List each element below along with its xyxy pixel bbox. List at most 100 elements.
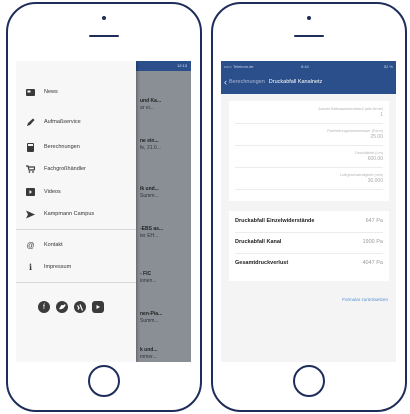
status-time: 12:13 [176, 63, 187, 68]
field-divider [235, 189, 383, 190]
social-links: f [38, 301, 110, 313]
peek-line1: ik und... [140, 186, 159, 192]
field-value: 30.000 [367, 178, 383, 184]
video-icon [26, 188, 35, 197]
peek-line2: ionen... [140, 278, 157, 284]
result-label: Gesamtdruckverlust [235, 260, 289, 266]
status-bar: ••••○ Telekom.de 8:44 52 % [221, 64, 396, 70]
field-label: Luftgeschwindigkeit (m/s) [340, 173, 383, 177]
camera-dot [307, 16, 311, 20]
peek-line2: Summ... [140, 193, 159, 199]
result-row: Druckabfall Einzelwiderstände 647 Pa [235, 215, 383, 227]
menu-label: Fachgroßhändler [44, 166, 86, 172]
speaker-slot [294, 35, 324, 37]
peek-line2: mmer... [140, 354, 157, 360]
menu-screen: 12:13 und Ka... ar ei... ne ein... fe, 2… [16, 61, 191, 362]
home-button[interactable] [88, 365, 120, 397]
list-item[interactable]: k und... mmer... [140, 347, 190, 361]
newspaper-icon [26, 88, 35, 97]
result-value: 647 Pa [365, 218, 383, 224]
phone-frame-right: ••••○ Telekom.de 8:44 52 % ‹ Berechnunge… [211, 2, 407, 412]
result-divider [235, 253, 383, 254]
list-item[interactable]: nen-Pia... Summ... [140, 311, 190, 325]
at-icon: @ [26, 240, 35, 250]
peek-line1: k und... [140, 347, 158, 353]
list-item[interactable]: - FIC ionen... [140, 271, 190, 285]
battery-label: 52 % [383, 64, 393, 69]
menu-label: Kontakt [44, 242, 63, 248]
field-value: 25.00 [370, 134, 383, 140]
list-item[interactable]: und Ka... ar ei... [140, 98, 190, 112]
peek-line2: ar ei... [140, 105, 154, 111]
input-field-geschaetzte[interactable]: Geschätzte (Lm) 600.00 [355, 151, 383, 162]
menu-item-videos[interactable]: Videos [16, 185, 136, 199]
results-card: Druckabfall Einzelwiderstände 647 Pa Dru… [229, 211, 389, 281]
menu-item-kontakt[interactable]: @ Kontakt [16, 238, 136, 252]
speaker-slot [89, 35, 119, 37]
xing-icon[interactable] [74, 301, 86, 313]
input-field-luftgeschwindigkeit[interactable]: Luftgeschwindigkeit (m/s) 30.000 [340, 173, 383, 184]
menu-item-aufmassservice[interactable]: Aufmaßservice [16, 115, 136, 129]
phone-frame-left: 12:13 und Ka... ar ei... ne ein... fe, 2… [6, 2, 202, 412]
page-title: Druckabfall Kanalnetz [268, 79, 323, 85]
youtube-icon[interactable] [92, 301, 104, 313]
list-item[interactable]: -EBS as... ter EH... [140, 226, 190, 240]
chevron-left-icon: ‹ [224, 77, 227, 87]
peek-line2: Summ... [140, 318, 159, 324]
menu-label: Kampmann Campus [44, 211, 95, 217]
back-label: Berechnungen [229, 79, 265, 85]
peek-line1: und Ka... [140, 98, 162, 104]
menu-item-berechnungen[interactable]: Berechnungen [16, 140, 136, 154]
field-label: Geschätzte (Lm) [354, 151, 383, 155]
peek-line1: - FIC [140, 271, 152, 277]
facebook-icon[interactable]: f [38, 301, 50, 313]
field-divider [235, 123, 383, 124]
twitter-icon[interactable] [56, 301, 68, 313]
camera-dot [102, 16, 106, 20]
menu-item-impressum[interactable]: i Impressum [16, 260, 136, 274]
field-divider [235, 145, 383, 146]
back-button[interactable]: ‹ Berechnungen Druckabfall Kanalnetz [224, 77, 322, 87]
home-button[interactable] [293, 365, 325, 397]
navigation-bar: ••••○ Telekom.de 8:44 52 % ‹ Berechnunge… [221, 61, 396, 94]
peek-line1: ne ein... [140, 138, 159, 144]
menu-label: Aufmaßservice [44, 119, 81, 125]
input-field-rohrleitungsdurchmesser[interactable]: Rohrleitungsdurchmesser (Form) 25.00 [327, 129, 383, 140]
menu-label: Berechnungen [44, 144, 80, 150]
field-value: 1 [380, 112, 383, 118]
menu-item-fachgrosshaendler[interactable]: Fachgroßhändler [16, 162, 136, 176]
news-list-backdrop: 12:13 und Ka... ar ei... ne ein... fe, 2… [136, 61, 191, 362]
result-value: 4047 Pa [362, 260, 384, 266]
menu-label: News [44, 89, 58, 95]
graduation-icon [26, 210, 35, 219]
menu-label: Videos [44, 189, 61, 195]
list-item[interactable]: ik und... Summ... [140, 186, 190, 200]
calculator-screen: ••••○ Telekom.de 8:44 52 % ‹ Berechnunge… [221, 61, 396, 362]
info-icon: i [28, 262, 33, 272]
result-value: 1900 Pa [362, 239, 384, 245]
result-row: Gesamtdruckverlust 4047 Pa [235, 257, 383, 269]
menu-divider [16, 282, 136, 283]
carrier-label: ••••○ Telekom.de [224, 64, 254, 69]
menu-item-news[interactable]: News [16, 85, 136, 99]
result-label: Druckabfall Einzelwiderstände [235, 218, 315, 224]
field-label: Rohrleitungsdurchmesser (Form) [327, 129, 383, 133]
cart-icon [26, 165, 35, 174]
input-field-kaltwasserkreislauf[interactable]: Anzahl Kaltwasserkreislauf (alle Arme) 1 [318, 107, 383, 118]
field-label: Anzahl Kaltwasserkreislauf (alle Arme) [318, 107, 383, 111]
input-form-card: Anzahl Kaltwasserkreislauf (alle Arme) 1… [229, 101, 389, 201]
field-value: 600.00 [367, 156, 383, 162]
reset-form-link[interactable]: Formular zurücksetzen [342, 297, 388, 302]
status-bar: 12:13 [136, 61, 191, 71]
result-divider [235, 232, 383, 233]
peek-line2: fe, 21.0... [140, 145, 161, 151]
peek-line1: -EBS as... [140, 226, 164, 232]
list-item[interactable]: ne ein... fe, 21.0... [140, 138, 190, 152]
result-label: Druckabfall Kanal [235, 239, 282, 245]
calculator-icon [26, 142, 35, 152]
field-divider [235, 167, 383, 168]
status-time: 8:44 [301, 64, 309, 69]
menu-label: Impressum [44, 264, 72, 270]
menu-item-kampmann-campus[interactable]: Kampmann Campus [16, 207, 136, 221]
peek-line1: nen-Pia... [140, 311, 163, 317]
